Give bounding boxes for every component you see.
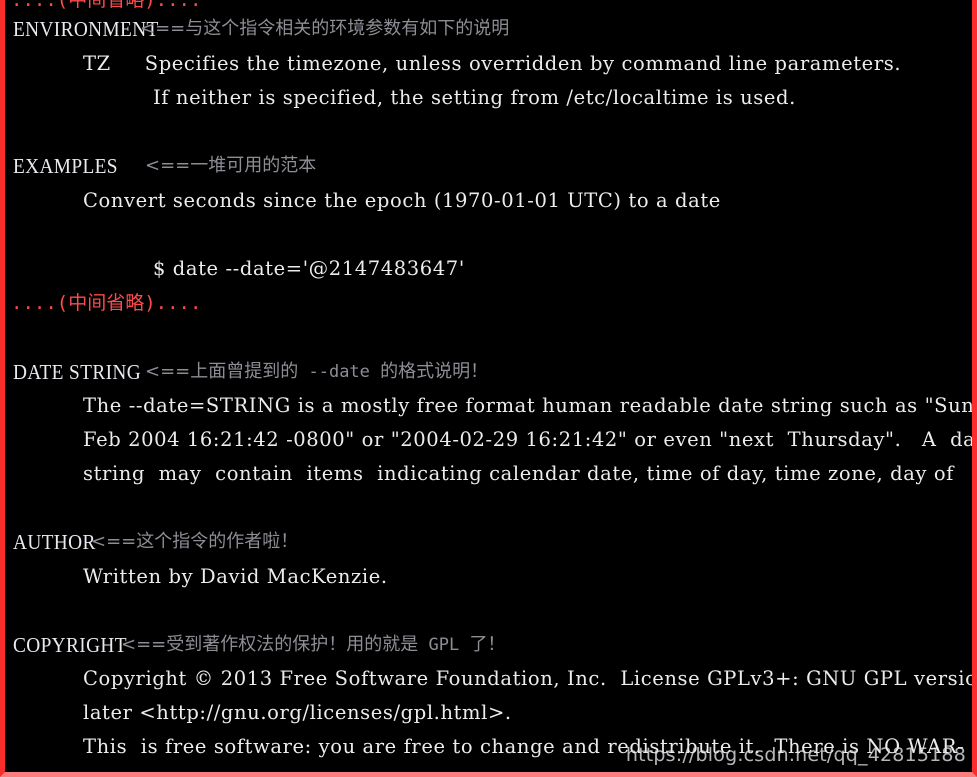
man-text-row: later <http://gnu.org/licenses/gpl.html>… xyxy=(5,696,972,730)
section-heading: ENVIRONMENT xyxy=(13,17,159,41)
section-heading: EXAMPLES xyxy=(13,154,118,178)
section-heading-row: EXAMPLES <==一堆可用的范本 xyxy=(5,149,972,183)
chinese-annotation: <==上面曾提到的 --date 的格式说明！ xyxy=(145,361,489,382)
man-text: Copyright © 2013 Free Software Foundatio… xyxy=(83,667,977,690)
man-text: The --date=STRING is a mostly free forma… xyxy=(83,394,977,417)
man-text-row: Feb 2004 16:21:42 -0800" or "2004-02-29 … xyxy=(5,423,972,457)
man-text: This is free software: you are free to c… xyxy=(83,735,965,758)
section-heading-row: COPYRIGHT <==受到著作权法的保护！用的就是 GPL 了！ xyxy=(5,628,972,662)
elision-marker: ....(中间省略).... xyxy=(11,0,202,11)
man-text-row: Copyright © 2013 Free Software Foundatio… xyxy=(5,662,972,696)
man-text: $ date --date='@2147483647' xyxy=(153,257,465,280)
section-heading: AUTHOR xyxy=(13,530,96,554)
section-heading: DATE STRING xyxy=(13,360,142,384)
man-text-row: The --date=STRING is a mostly free forma… xyxy=(5,389,972,423)
man-text-row: Written by David MacKenzie. xyxy=(5,560,972,594)
man-text: If neither is specified, the setting fro… xyxy=(153,86,796,109)
man-text-row: If neither is specified, the setting fro… xyxy=(5,81,972,115)
man-text: TZ Specifies the timezone, unless overri… xyxy=(83,52,902,75)
man-text: Written by David MacKenzie. xyxy=(83,565,388,588)
chinese-annotation: <==受到著作权法的保护！用的就是 GPL 了！ xyxy=(121,634,506,655)
man-text-row: TZ Specifies the timezone, unless overri… xyxy=(5,47,972,81)
section-heading-row: DATE STRING <==上面曾提到的 --date 的格式说明！ xyxy=(5,355,972,389)
man-text-row: $ date --date='@2147483647' xyxy=(5,252,972,286)
man-text-row: This is free software: you are free to c… xyxy=(5,730,972,764)
chinese-annotation: <==这个指令的作者啦！ xyxy=(91,531,299,552)
chinese-annotation: <==一堆可用的范本 xyxy=(145,155,317,176)
section-heading-row: AUTHOR <==这个指令的作者啦！ xyxy=(5,525,972,559)
man-text-row: string may contain items indicating cale… xyxy=(5,457,972,491)
man-text: string may contain items indicating cale… xyxy=(83,462,954,485)
chinese-annotation: <==与这个指令相关的环境参数有如下的说明 xyxy=(140,18,510,39)
man-text: Convert seconds since the epoch (1970-01… xyxy=(83,189,721,212)
section-heading-row: ENVIRONMENT <==与这个指令相关的环境参数有如下的说明 xyxy=(5,12,972,46)
man-text-row: Convert seconds since the epoch (1970-01… xyxy=(5,184,972,218)
section-heading: COPYRIGHT xyxy=(13,633,127,657)
elision-marker: ....(中间省略).... xyxy=(11,292,202,314)
terminal-window: ....(中间省略).... ENVIRONMENT <==与这个指令相关的环境参数… xyxy=(0,0,977,777)
man-text: later <http://gnu.org/licenses/gpl.html>… xyxy=(83,701,512,724)
man-text: Feb 2004 16:21:42 -0800" or "2004-02-29 … xyxy=(83,428,977,451)
elision-marker-row: ....(中间省略).... xyxy=(5,286,972,320)
man-page-content: ....(中间省略).... ENVIRONMENT <==与这个指令相关的环境参数… xyxy=(5,0,972,772)
